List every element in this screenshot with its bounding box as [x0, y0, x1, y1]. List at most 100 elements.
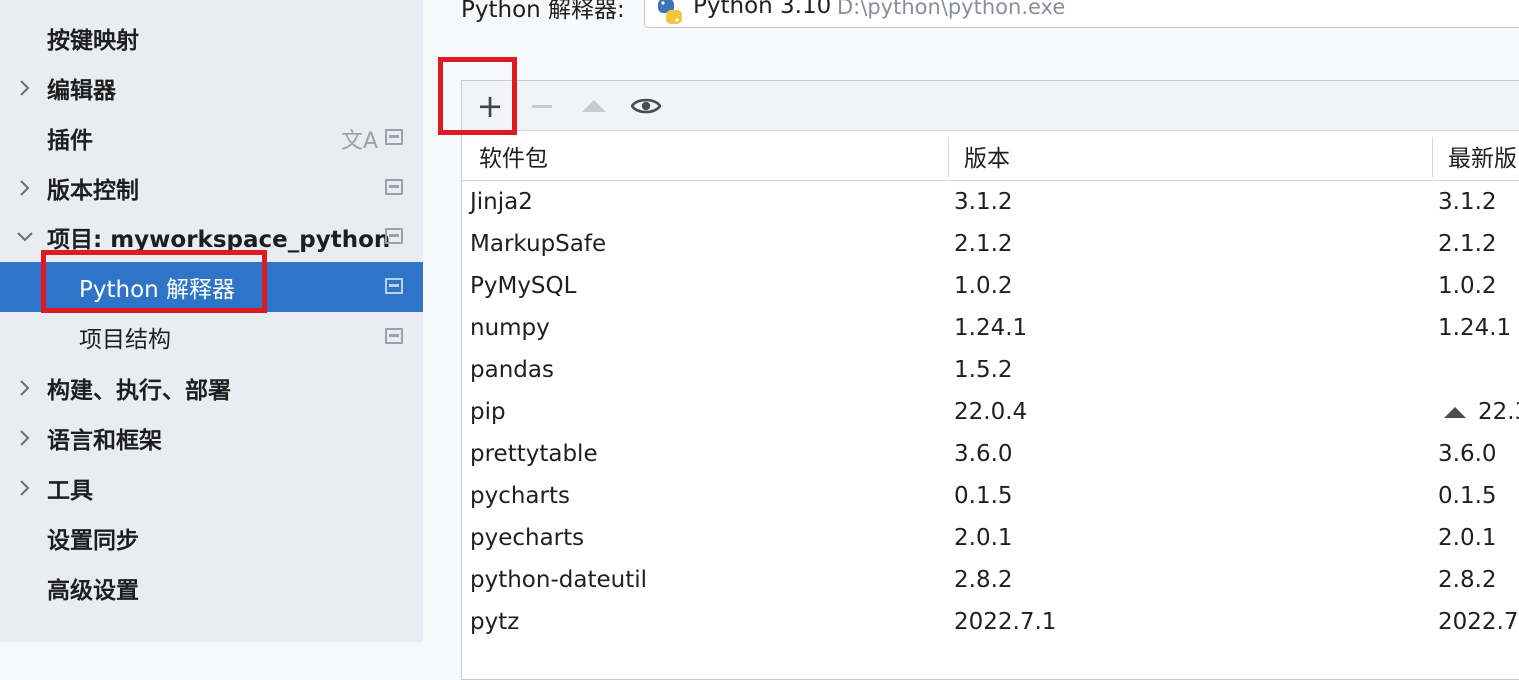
add-icon[interactable]: +	[474, 81, 506, 131]
package-version: 2.8.2	[954, 567, 1013, 593]
table-row[interactable]: pyecharts 2.0.1 2.0.1	[462, 517, 1519, 559]
chevron-right-icon[interactable]	[16, 413, 34, 463]
packages-toolbar: +	[462, 81, 1519, 131]
package-latest: 1.24.1	[1438, 315, 1512, 341]
project-scope-icon	[385, 228, 403, 244]
column-header-latest[interactable]: 最新版	[1448, 131, 1517, 181]
sidebar-item-label: 按键映射	[47, 28, 139, 54]
table-row[interactable]: prettytable 3.6.0 3.6.0	[462, 433, 1519, 475]
sidebar-item-label: 版本控制	[47, 178, 139, 204]
sidebar-item-tools[interactable]: 工具	[0, 463, 423, 513]
chevron-down-icon[interactable]	[16, 212, 34, 262]
package-latest: 2.0.1	[1438, 525, 1497, 551]
packages-table-header: 软件包 版本 最新版	[462, 131, 1519, 181]
sidebar-item-label: 设置同步	[47, 528, 139, 554]
table-row[interactable]: pandas 1.5.2	[462, 349, 1519, 391]
sidebar-item-version-control[interactable]: 版本控制	[0, 163, 423, 213]
column-divider[interactable]	[1432, 137, 1433, 177]
project-scope-icon	[385, 278, 403, 294]
sidebar-item-label: 语言和框架	[47, 428, 162, 454]
package-name: pandas	[470, 357, 554, 383]
eye-icon[interactable]	[628, 81, 664, 131]
package-name: PyMySQL	[470, 273, 577, 299]
package-version: 2022.7.1	[954, 609, 1057, 635]
table-row[interactable]: numpy 1.24.1 1.24.1	[462, 307, 1519, 349]
translate-icon: 文A	[341, 129, 379, 154]
sidebar-item-label: 编辑器	[47, 78, 116, 104]
project-scope-icon	[385, 179, 403, 195]
package-name: numpy	[470, 315, 550, 341]
table-row[interactable]: Jinja2 3.1.2 3.1.2	[462, 181, 1519, 223]
upgrade-available-icon[interactable]	[1444, 406, 1466, 418]
package-version: 3.6.0	[954, 441, 1013, 467]
sidebar-item-keymap[interactable]: 按键映射	[0, 13, 423, 63]
column-header-version[interactable]: 版本	[964, 131, 1010, 181]
sidebar-item-advanced-settings[interactable]: 高级设置	[0, 563, 423, 613]
table-row[interactable]: pycharts 0.1.5 0.1.5	[462, 475, 1519, 517]
sidebar-item-project-structure[interactable]: 项目结构	[0, 312, 423, 362]
sidebar-item-label: 高级设置	[47, 578, 139, 604]
sidebar-item-languages-frameworks[interactable]: 语言和框架	[0, 413, 423, 463]
settings-sidebar: 按键映射 编辑器 插件 文A 版本控制 项目: myworkspace_pyth…	[0, 0, 423, 642]
package-name: pycharts	[470, 483, 570, 509]
packages-panel: + 软件包 版本 最新版 Jinja2 3.1.2 3.1.2 MarkupSa…	[461, 80, 1519, 680]
sidebar-item-label: 插件	[47, 128, 93, 154]
package-latest: 2.1.2	[1438, 231, 1497, 257]
package-name: MarkupSafe	[470, 231, 607, 257]
table-row[interactable]: MarkupSafe 2.1.2 2.1.2	[462, 223, 1519, 265]
package-name: python-dateutil	[470, 567, 647, 593]
sidebar-item-plugins[interactable]: 插件 文A	[0, 113, 423, 163]
package-latest: 2022.7.	[1438, 609, 1519, 635]
package-version: 2.1.2	[954, 231, 1013, 257]
sidebar-item-label: 工具	[47, 478, 93, 504]
table-row[interactable]: python-dateutil 2.8.2 2.8.2	[462, 559, 1519, 601]
package-version: 1.24.1	[954, 315, 1028, 341]
chevron-right-icon[interactable]	[16, 63, 34, 113]
package-latest: 22.3	[1478, 399, 1519, 425]
chevron-right-icon[interactable]	[16, 163, 34, 213]
package-latest: 3.6.0	[1438, 441, 1497, 467]
table-row[interactable]: pip 22.0.4 22.3	[462, 391, 1519, 433]
project-scope-icon	[385, 129, 403, 145]
sidebar-item-build-execution-deployment[interactable]: 构建、执行、部署	[0, 363, 423, 413]
sidebar-item-project[interactable]: 项目: myworkspace_python	[0, 212, 423, 262]
sidebar-item-label: Python 解释器	[79, 277, 236, 303]
sidebar-item-label: 项目结构	[79, 327, 171, 353]
python-icon	[658, 0, 682, 24]
package-name: pyecharts	[470, 525, 585, 551]
table-row[interactable]: PyMySQL 1.0.2 1.0.2	[462, 265, 1519, 307]
package-latest: 1.0.2	[1438, 273, 1497, 299]
interpreter-select[interactable]: Python 3.10 D:\python\python.exe	[644, 0, 1519, 28]
package-version: 1.0.2	[954, 273, 1013, 299]
package-version: 0.1.5	[954, 483, 1013, 509]
move-up-icon[interactable]	[578, 81, 610, 131]
sidebar-item-settings-sync[interactable]: 设置同步	[0, 513, 423, 563]
package-latest-cell: 22.3	[1438, 391, 1519, 433]
interpreter-version: Python 3.10	[693, 0, 832, 19]
packages-table-body: Jinja2 3.1.2 3.1.2 MarkupSafe 2.1.2 2.1.…	[462, 181, 1519, 643]
package-name: pytz	[470, 609, 520, 635]
sidebar-item-python-interpreter[interactable]: Python 解释器	[0, 262, 423, 312]
package-latest: 3.1.2	[1438, 189, 1497, 215]
package-version: 22.0.4	[954, 399, 1028, 425]
package-name: pip	[470, 399, 506, 425]
column-divider[interactable]	[948, 137, 949, 177]
package-name: Jinja2	[470, 189, 533, 215]
sidebar-item-label: 构建、执行、部署	[47, 378, 231, 404]
package-latest: 0.1.5	[1438, 483, 1497, 509]
package-version: 1.5.2	[954, 357, 1013, 383]
chevron-right-icon[interactable]	[16, 363, 34, 413]
interpreter-path: D:\python\python.exe	[837, 0, 1066, 19]
package-version: 3.1.2	[954, 189, 1013, 215]
package-latest: 2.8.2	[1438, 567, 1497, 593]
project-scope-icon	[385, 328, 403, 344]
table-row[interactable]: pytz 2022.7.1 2022.7.	[462, 601, 1519, 643]
sidebar-item-editor[interactable]: 编辑器	[0, 63, 423, 113]
chevron-right-icon[interactable]	[16, 463, 34, 513]
package-name: prettytable	[470, 441, 598, 467]
package-version: 2.0.1	[954, 525, 1013, 551]
sidebar-item-label: 项目: myworkspace_python	[47, 227, 391, 253]
column-header-package[interactable]: 软件包	[479, 131, 548, 181]
remove-icon[interactable]	[526, 81, 558, 131]
interpreter-label: Python 解释器:	[461, 0, 625, 23]
